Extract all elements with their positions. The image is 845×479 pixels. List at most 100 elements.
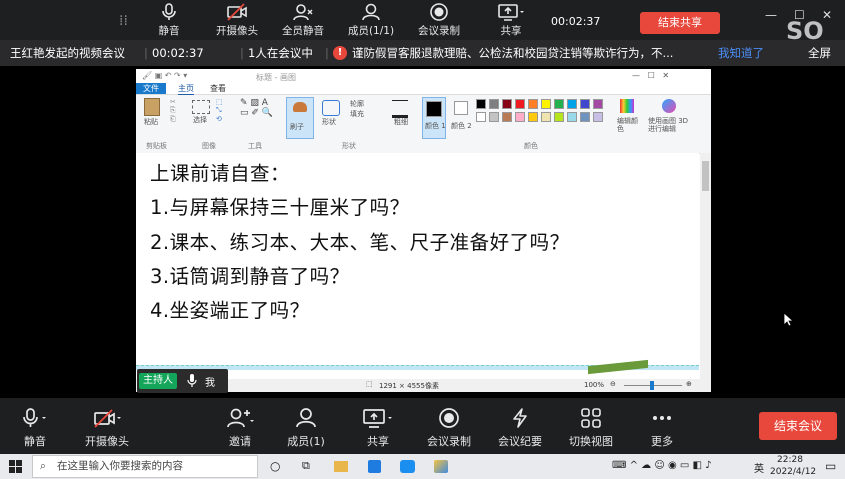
- color-swatch[interactable]: [541, 112, 551, 122]
- fill-label[interactable]: 填充: [350, 109, 364, 119]
- zoom-out-icon[interactable]: ⊖: [610, 380, 616, 388]
- shapes-label[interactable]: 形状: [322, 117, 336, 127]
- task-view-icon[interactable]: ⧉: [302, 459, 310, 473]
- share-button[interactable]: 共享: [476, 3, 546, 38]
- color-swatch[interactable]: [593, 99, 603, 109]
- bottom-camera-button[interactable]: 开摄像头: [72, 408, 142, 449]
- cut-copy-icons[interactable]: ✂ ⎘ ⎗: [170, 98, 176, 124]
- size-label[interactable]: 粗细: [394, 117, 408, 127]
- color-swatch[interactable]: [567, 99, 577, 109]
- bottom-members-button[interactable]: 成员(1): [271, 408, 341, 449]
- ack-link[interactable]: 我知道了: [718, 40, 764, 66]
- top-meeting-toolbar: ⁞⁞ 静音 开摄像头 全员静音 成员(1/1) 会议录制 共享 00:02:37…: [0, 0, 845, 40]
- zoom-in-icon[interactable]: ⊕: [686, 380, 692, 388]
- info-elapsed-time: 00:02:37: [152, 46, 204, 60]
- paint3d-label[interactable]: 使用画图 3D 进行编辑: [648, 117, 696, 133]
- zoom-slider-thumb[interactable]: [650, 381, 654, 390]
- color-swatch[interactable]: [515, 99, 525, 109]
- group-shapes: 形状: [342, 142, 356, 150]
- color-swatch[interactable]: [489, 112, 499, 122]
- tray-icons[interactable]: ⌨ ^ ☁ ☺ ◉ ▭ ◧ ♪: [612, 460, 712, 471]
- color2-swatch[interactable]: [454, 101, 468, 115]
- notification-icon[interactable]: ▭: [825, 459, 836, 473]
- more-button[interactable]: 更多: [627, 408, 697, 449]
- minutes-button[interactable]: 会议纪要: [485, 408, 555, 449]
- color-swatch[interactable]: [528, 99, 538, 109]
- camera-button[interactable]: 开摄像头: [202, 3, 272, 38]
- color-swatch[interactable]: [476, 112, 486, 122]
- color-swatch[interactable]: [554, 99, 564, 109]
- color-swatch[interactable]: [502, 112, 512, 122]
- meeting-title: 王红艳发起的视频会议: [10, 46, 125, 60]
- bottom-record-button[interactable]: 会议录制: [414, 408, 484, 449]
- app-icon[interactable]: [368, 460, 381, 473]
- invite-button[interactable]: 邀请: [205, 408, 275, 449]
- tools-icons[interactable]: ✎ ▨ A ▭ ✐ 🔍: [240, 98, 273, 118]
- color-swatch[interactable]: [476, 99, 486, 109]
- color-swatch[interactable]: [502, 99, 512, 109]
- tab-file[interactable]: 文件: [136, 83, 166, 94]
- canvas-vertical-scrollbar[interactable]: [700, 153, 711, 379]
- paint-canvas[interactable]: 上课前请自查： 1.与屏幕保持三十厘米了吗？ 2.课本、练习本、大本、笔、尺子准…: [136, 153, 699, 379]
- edit-colors-label[interactable]: 编辑颜色: [617, 117, 643, 133]
- bottom-members-label: 成员(1): [287, 435, 325, 448]
- end-share-button[interactable]: 结束共享: [640, 12, 720, 34]
- outline-label[interactable]: 轮廓: [350, 99, 364, 109]
- color-swatch[interactable]: [541, 99, 551, 109]
- mute-all-button[interactable]: 全员静音: [268, 3, 338, 38]
- mute-button[interactable]: 静音: [134, 3, 204, 38]
- tab-view[interactable]: 查看: [210, 83, 226, 94]
- color-swatch[interactable]: [593, 112, 603, 122]
- taskbar-search-box[interactable]: ⌕ 在这里输入你要搜索的内容: [32, 455, 258, 478]
- paint-window-controls[interactable]: — ☐ ✕: [632, 71, 669, 80]
- members-button[interactable]: 成员(1/1): [336, 3, 406, 38]
- clipboard-icon[interactable]: [144, 98, 160, 116]
- bottom-mute-button[interactable]: 静音: [0, 408, 70, 449]
- color2-label[interactable]: 颜色 2: [451, 121, 472, 131]
- clock-time[interactable]: 22:28: [777, 455, 803, 465]
- brush-button[interactable]: 刷子: [286, 97, 314, 139]
- image-size-icon: ⬚: [366, 380, 373, 388]
- color-swatch[interactable]: [580, 112, 590, 122]
- shapes-icon[interactable]: [322, 100, 340, 116]
- bottom-share-button[interactable]: 共享: [343, 408, 413, 449]
- cortana-icon[interactable]: ○: [270, 459, 280, 473]
- minimize-icon[interactable]: —: [765, 8, 777, 22]
- record-button[interactable]: 会议录制: [404, 3, 474, 38]
- color-swatch[interactable]: [528, 112, 538, 122]
- share-screen-icon: [363, 409, 392, 428]
- image-size: 1291 × 4555像素: [379, 382, 439, 390]
- size-icon[interactable]: [392, 100, 408, 118]
- end-meeting-button[interactable]: 结束会议: [759, 412, 837, 440]
- file-explorer-icon[interactable]: [334, 461, 348, 472]
- grid-view-icon: [581, 408, 601, 428]
- color-swatch[interactable]: [489, 99, 499, 109]
- color1-button[interactable]: [422, 97, 446, 139]
- edit-colors-icon[interactable]: [620, 99, 634, 113]
- tab-home[interactable]: 主页: [178, 83, 194, 95]
- color-swatch[interactable]: [554, 112, 564, 122]
- ime-indicator[interactable]: 英: [754, 460, 764, 475]
- members-icon: [362, 3, 380, 21]
- image-tool-icons[interactable]: ⬚ ⤡ ⟲: [216, 98, 223, 123]
- select-icon[interactable]: [192, 100, 210, 114]
- select-label[interactable]: 选择: [193, 115, 207, 125]
- switch-view-button[interactable]: 切换视图: [556, 408, 626, 449]
- color-swatch[interactable]: [567, 112, 577, 122]
- paste-label[interactable]: 粘贴: [144, 117, 158, 127]
- paint3d-icon[interactable]: [662, 99, 676, 113]
- minutes-icon: [513, 408, 527, 428]
- clock-date[interactable]: 2022/4/12: [770, 467, 816, 477]
- paint-app-icon[interactable]: [434, 460, 448, 473]
- quick-access-icons[interactable]: 🖌 ▣ ↶ ↷ ▾: [142, 71, 187, 80]
- bottom-share-label: 共享: [367, 435, 389, 448]
- scrollbar-thumb[interactable]: [702, 161, 709, 191]
- windows-start-icon[interactable]: [9, 460, 22, 473]
- color-swatch[interactable]: [580, 99, 590, 109]
- meeting-app-icon[interactable]: [400, 460, 415, 473]
- color-swatch[interactable]: [515, 112, 525, 122]
- camera-label: 开摄像头: [216, 25, 258, 37]
- drag-handle-icon[interactable]: ⁞⁞: [119, 13, 128, 29]
- canvas-line-1: 1.与屏幕保持三十厘米了吗？: [150, 196, 410, 219]
- fullscreen-button[interactable]: 全屏: [808, 40, 831, 66]
